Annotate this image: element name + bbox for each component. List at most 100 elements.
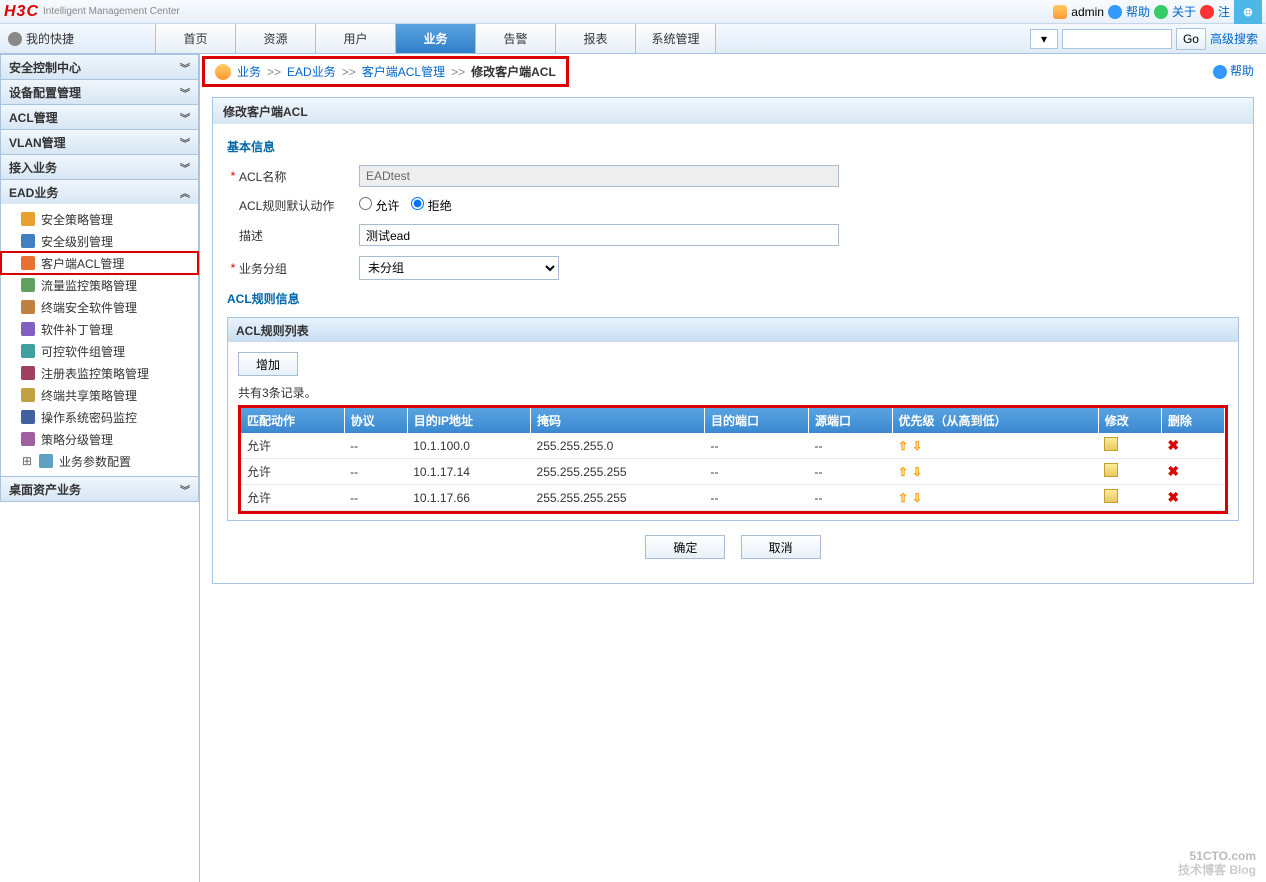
nav-tab-1[interactable]: 资源 xyxy=(236,24,316,53)
priority-up-icon[interactable]: ⇧ xyxy=(898,491,908,505)
nav-tab-2[interactable]: 用户 xyxy=(316,24,396,53)
user-icon xyxy=(1053,5,1067,19)
advanced-search-link[interactable]: 高级搜索 xyxy=(1210,30,1258,47)
help-icon[interactable] xyxy=(1213,65,1227,79)
app-launcher-icon[interactable]: ⊕ xyxy=(1234,0,1262,24)
nav-tab-3[interactable]: 业务 xyxy=(396,24,476,53)
breadcrumb-item[interactable]: EAD业务 xyxy=(287,63,336,80)
side-section-header[interactable]: 桌面资产业务︾ xyxy=(1,477,198,501)
priority-up-icon[interactable]: ⇧ xyxy=(898,465,908,479)
sidebar-item[interactable]: 可控软件组管理 xyxy=(1,340,198,362)
breadcrumb: 业务>>EAD业务>>客户端ACL管理>>修改客户端ACL xyxy=(215,63,556,80)
about-icon[interactable] xyxy=(1154,5,1168,19)
edit-icon[interactable] xyxy=(1104,437,1118,451)
sidebar-item[interactable]: 客户端ACL管理 xyxy=(1,252,198,274)
delete-icon[interactable]: ✖ xyxy=(1167,437,1179,453)
breadcrumb-item[interactable]: 业务 xyxy=(237,63,261,80)
main-content: 帮助 业务>>EAD业务>>客户端ACL管理>>修改客户端ACL 修改客户端AC… xyxy=(200,54,1266,882)
help-link[interactable]: 帮助 xyxy=(1126,3,1150,20)
rule-table-highlight: 匹配动作协议目的IP地址掩码目的端口源端口优先级（从高到低）修改删除 允许--1… xyxy=(238,405,1228,514)
sidebar-item[interactable]: 软件补丁管理 xyxy=(1,318,198,340)
side-section-header[interactable]: VLAN管理︾ xyxy=(1,130,198,154)
priority-down-icon[interactable]: ⇩ xyxy=(912,439,922,453)
sidebar-item[interactable]: 终端安全软件管理 xyxy=(1,296,198,318)
add-rule-button[interactable]: 增加 xyxy=(238,352,298,376)
favorites-label[interactable]: 我的快捷 xyxy=(0,30,155,47)
breadcrumb-icon xyxy=(215,64,231,80)
table-header: 匹配动作 xyxy=(241,408,344,433)
delete-icon[interactable]: ✖ xyxy=(1167,463,1179,479)
cancel-button[interactable]: 取消 xyxy=(741,535,821,559)
rule-list-title: ACL规则列表 xyxy=(228,318,1238,342)
acl-name-input xyxy=(359,165,839,187)
table-header: 修改 xyxy=(1098,408,1161,433)
desc-label: 描述 xyxy=(239,227,359,244)
required-mark: * xyxy=(227,169,239,183)
side-section-header[interactable]: EAD业务︽ xyxy=(1,180,198,204)
sidebar-item-icon xyxy=(39,454,53,468)
breadcrumb-item[interactable]: 客户端ACL管理 xyxy=(362,63,445,80)
sidebar-item[interactable]: ⊞业务参数配置 xyxy=(1,450,198,472)
sidebar-item[interactable]: 操作系统密码监控 xyxy=(1,406,198,428)
side-section-header[interactable]: 设备配置管理︾ xyxy=(1,80,198,104)
allow-radio[interactable] xyxy=(359,197,372,210)
table-header: 源端口 xyxy=(809,408,893,433)
table-header: 掩码 xyxy=(531,408,705,433)
go-button[interactable]: Go xyxy=(1176,28,1206,50)
breadcrumb-highlight: 业务>>EAD业务>>客户端ACL管理>>修改客户端ACL xyxy=(202,56,569,87)
section-rules-title: ACL规则信息 xyxy=(227,290,1239,307)
side-section-header[interactable]: 安全控制中心︾ xyxy=(1,55,198,79)
logout-icon[interactable] xyxy=(1200,5,1214,19)
panel-title: 修改客户端ACL xyxy=(213,98,1253,124)
nav-tab-4[interactable]: 告警 xyxy=(476,24,556,53)
side-section-header[interactable]: 接入业务︾ xyxy=(1,155,198,179)
nav-bar: 我的快捷 首页资源用户业务告警报表系统管理 ▾ Go 高级搜索 xyxy=(0,24,1266,54)
sidebar-item-icon xyxy=(21,344,35,358)
favorites-icon xyxy=(8,32,22,46)
table-row: 允许--10.1.100.0255.255.255.0----⇧⇩✖ xyxy=(241,433,1225,459)
sidebar-item[interactable]: 安全策略管理 xyxy=(1,208,198,230)
desc-input[interactable] xyxy=(359,224,839,246)
allow-radio-label[interactable]: 允许 xyxy=(359,197,399,214)
sidebar-item[interactable]: 终端共享策略管理 xyxy=(1,384,198,406)
table-header: 目的端口 xyxy=(705,408,809,433)
ok-button[interactable]: 确定 xyxy=(645,535,725,559)
sidebar-item-icon xyxy=(21,410,35,424)
nav-tab-5[interactable]: 报表 xyxy=(556,24,636,53)
delete-icon[interactable]: ✖ xyxy=(1167,489,1179,505)
breadcrumb-item: 修改客户端ACL xyxy=(471,63,556,80)
deny-radio[interactable] xyxy=(411,197,424,210)
priority-up-icon[interactable]: ⇧ xyxy=(898,439,908,453)
default-action-label: ACL规则默认动作 xyxy=(239,197,359,214)
priority-down-icon[interactable]: ⇩ xyxy=(912,465,922,479)
sidebar-item-icon xyxy=(21,322,35,336)
sidebar-item[interactable]: 安全级别管理 xyxy=(1,230,198,252)
sidebar-item[interactable]: 注册表监控策略管理 xyxy=(1,362,198,384)
sidebar-item-icon xyxy=(21,278,35,292)
nav-tab-0[interactable]: 首页 xyxy=(156,24,236,53)
sidebar-item-icon xyxy=(21,256,35,270)
help-icon[interactable] xyxy=(1108,5,1122,19)
sidebar-item-icon xyxy=(21,366,35,380)
edit-icon[interactable] xyxy=(1104,489,1118,503)
edit-icon[interactable] xyxy=(1104,463,1118,477)
record-count: 共有3条记录。 xyxy=(238,384,1228,401)
sidebar-item-icon xyxy=(21,212,35,226)
logout-link[interactable]: 注 xyxy=(1218,3,1230,20)
priority-down-icon[interactable]: ⇩ xyxy=(912,491,922,505)
page-help-link[interactable]: 帮助 xyxy=(1230,64,1254,78)
about-link[interactable]: 关于 xyxy=(1172,3,1196,20)
nav-tab-6[interactable]: 系统管理 xyxy=(636,24,716,53)
main-panel: 修改客户端ACL 基本信息 * ACL名称 ACL规则默认动作 允许 拒绝 xyxy=(212,97,1254,584)
sidebar-item[interactable]: 流量监控策略管理 xyxy=(1,274,198,296)
sidebar-item-icon xyxy=(21,300,35,314)
deny-radio-label[interactable]: 拒绝 xyxy=(411,197,451,214)
sidebar-item[interactable]: 策略分级管理 xyxy=(1,428,198,450)
side-section-header[interactable]: ACL管理︾ xyxy=(1,105,198,129)
search-input[interactable] xyxy=(1062,29,1172,49)
tool-dropdown-icon[interactable]: ▾ xyxy=(1030,29,1058,49)
logo: H3C xyxy=(4,3,39,21)
group-select[interactable]: 未分组 xyxy=(359,256,559,280)
group-label: 业务分组 xyxy=(239,260,359,277)
top-bar: H3C Intelligent Management Center admin … xyxy=(0,0,1266,24)
